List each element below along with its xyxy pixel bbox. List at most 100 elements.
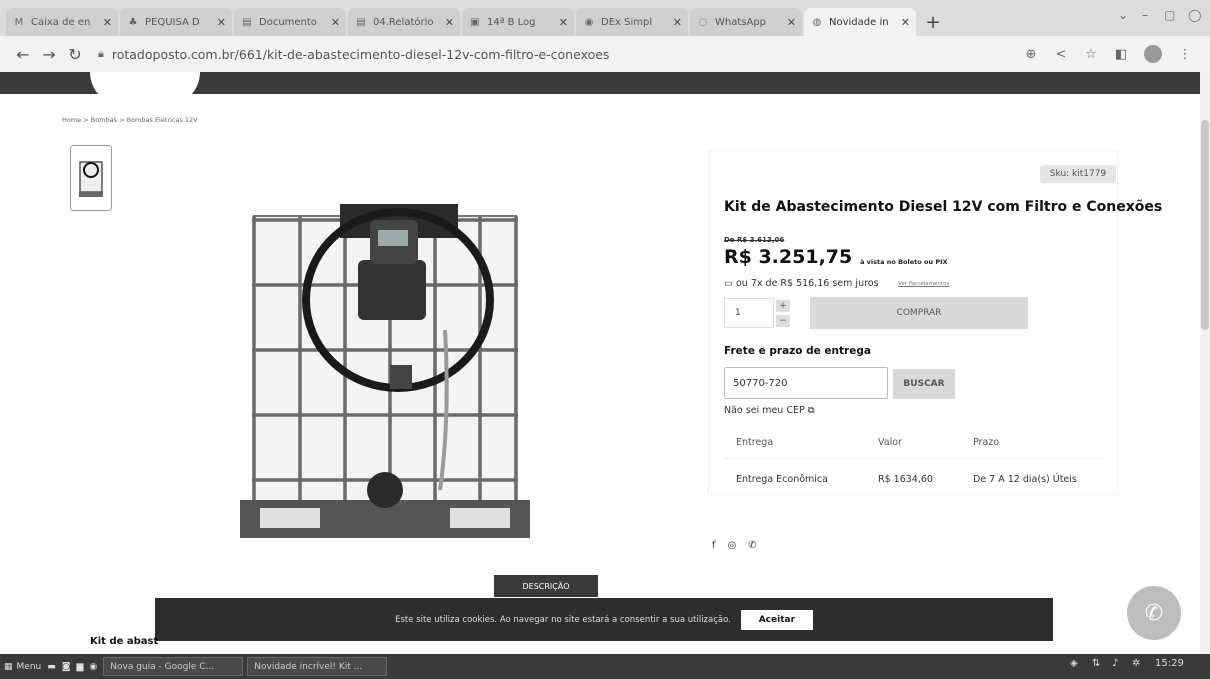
browser-launcher-icon[interactable]: ◉ xyxy=(89,657,97,676)
quantity-increase-button[interactable]: + xyxy=(776,300,790,312)
description-heading: Kit de abast xyxy=(90,636,159,647)
sku-badge: Sku: kit1779 xyxy=(1040,165,1116,183)
site-icon: ◍ xyxy=(812,16,822,28)
price: R$ 3.251,75 xyxy=(724,246,853,268)
volume-icon[interactable]: ♪ xyxy=(1112,658,1118,669)
avatar[interactable] xyxy=(1144,45,1162,63)
show-desktop-icon[interactable]: ▬ xyxy=(47,657,56,676)
table-divider xyxy=(724,458,1104,459)
shipping-header-term: Prazo xyxy=(973,437,1000,448)
cookie-text: Este site utiliza cookies. Ao navegar no… xyxy=(395,614,731,625)
menu-kebab-icon[interactable]: ⋮ xyxy=(1170,47,1200,62)
launcher-icon[interactable]: ◙ xyxy=(62,657,71,676)
doc-icon: ▤ xyxy=(242,16,252,28)
tab-label: PEQUISA D xyxy=(145,16,200,28)
new-tab-button[interactable]: + xyxy=(918,8,948,36)
quantity-field[interactable]: 1 xyxy=(724,298,774,328)
doc-icon: ▤ xyxy=(356,16,366,28)
browser-tab[interactable]: ▣ 14ª B Log ✕ xyxy=(462,8,574,36)
maximize-icon[interactable]: ▢ xyxy=(1164,8,1175,22)
price-note: à vista no Boleto ou PIX xyxy=(860,258,948,266)
back-icon[interactable]: ← xyxy=(10,45,36,64)
installments-link[interactable]: Ver Parcelamentos xyxy=(898,281,949,287)
files-icon[interactable]: ▆ xyxy=(76,657,83,676)
close-icon[interactable]: ✕ xyxy=(673,16,682,29)
social-links: f ◎ ✆ xyxy=(712,540,757,551)
no-cep-label: Não sei meu CEP xyxy=(724,405,805,416)
menu-icon: ▦ xyxy=(4,661,13,672)
sidepanel-icon[interactable]: ◧ xyxy=(1106,47,1136,62)
site-logo[interactable] xyxy=(90,72,200,106)
tab-label: Documento xyxy=(259,16,317,28)
shipping-header-delivery: Entrega xyxy=(736,437,774,448)
os-taskbar: ▦ Menu ▬ ◙ ▆ ◉ Nova guia - Google C... No… xyxy=(0,654,1210,679)
breadcrumb[interactable]: Home > Bombas > Bombas Elétricas 12V xyxy=(62,116,198,124)
address-bar[interactable]: 🔒︎ rotadoposto.com.br/661/kit-de-abastec… xyxy=(98,41,1016,67)
close-icon[interactable]: ✕ xyxy=(901,16,910,29)
no-cep-link[interactable]: Não sei meu CEP ⧉ xyxy=(724,405,815,416)
browser-tab[interactable]: ◉ DEx Simpl ✕ xyxy=(576,8,688,36)
browser-tab[interactable]: ▤ Documento ✕ xyxy=(234,8,346,36)
lock-icon: 🔒︎ xyxy=(98,47,104,60)
close-icon[interactable]: ✕ xyxy=(331,16,340,29)
star-icon[interactable]: ☆ xyxy=(1076,47,1106,62)
chevron-down-icon[interactable]: ⌄ xyxy=(1118,8,1128,22)
share-icon[interactable]: < xyxy=(1046,47,1076,62)
scrollbar-thumb[interactable] xyxy=(1201,120,1209,330)
product-title: Kit de Abastecimento Diesel 12V com Filt… xyxy=(724,199,1163,215)
close-icon[interactable]: ✕ xyxy=(217,16,226,29)
clock[interactable]: 15:29 xyxy=(1155,658,1184,669)
cookie-accept-button[interactable]: Aceitar xyxy=(740,609,813,630)
url-text: rotadoposto.com.br/661/kit-de-abastecime… xyxy=(111,46,610,62)
cep-input[interactable] xyxy=(724,367,888,399)
instagram-icon[interactable]: ◎ xyxy=(728,540,737,551)
close-icon[interactable]: ✕ xyxy=(103,16,112,29)
shipping-header-value: Valor xyxy=(878,437,902,448)
close-window-icon[interactable]: ◯ xyxy=(1188,8,1201,22)
whatsapp-share-icon[interactable]: ✆ xyxy=(748,540,756,551)
cookie-banner: Este site utiliza cookies. Ao navegar no… xyxy=(155,598,1053,641)
shipping-cell-term: De 7 A 12 dia(s) Úteis xyxy=(973,474,1077,485)
shipping-cell-value: R$ 1634,60 xyxy=(878,474,933,485)
browser-tab[interactable]: ▤ 04.Relatório ✕ xyxy=(348,8,460,36)
buy-button[interactable]: COMPRAR xyxy=(810,297,1028,329)
gmail-icon: M xyxy=(14,16,24,28)
tab-label: DEx Simpl xyxy=(601,16,653,28)
browser-tab-strip: M Caixa de en ✕ ♣ PEQUISA D ✕ ▤ Documento ✕ ▤ 0… xyxy=(0,0,1210,36)
product-image[interactable] xyxy=(240,190,530,540)
quantity-decrease-button[interactable]: − xyxy=(776,315,790,327)
app-icon: ▣ xyxy=(470,16,480,28)
zoom-icon[interactable]: ⊕ xyxy=(1016,47,1046,62)
shield-icon[interactable]: ◈ xyxy=(1070,658,1078,669)
close-icon[interactable]: ✕ xyxy=(559,16,568,29)
taskbar-window-1[interactable]: Nova guia - Google C... xyxy=(103,657,244,676)
reload-icon[interactable]: ↻ xyxy=(62,45,88,64)
old-price: De R$ 3.613,06 xyxy=(724,236,785,244)
browser-tab[interactable]: ◌ WhatsApp ✕ xyxy=(690,8,802,36)
product-thumbnail[interactable] xyxy=(70,145,112,211)
browser-toolbar: ← → ↻ 🔒︎ rotadoposto.com.br/661/kit-de-a… xyxy=(0,36,1210,72)
search-shipping-button[interactable]: BUSCAR xyxy=(893,369,955,399)
close-icon[interactable]: ✕ xyxy=(787,16,796,29)
people-icon: ♣ xyxy=(128,16,138,28)
facebook-icon[interactable]: f xyxy=(712,540,716,551)
minimize-icon[interactable]: – xyxy=(1142,8,1148,22)
tab-label: 04.Relatório xyxy=(373,16,434,28)
shipping-cell-delivery: Entrega Econômica xyxy=(736,474,828,485)
whatsapp-float-button[interactable]: ✆ xyxy=(1127,586,1181,640)
start-menu-button[interactable]: ▦ Menu xyxy=(4,657,41,676)
globe-icon: ◉ xyxy=(584,16,594,28)
taskbar-window-2[interactable]: Novidade incrível! Kit ... xyxy=(247,657,388,676)
close-icon[interactable]: ✕ xyxy=(445,16,454,29)
browser-tab[interactable]: ♣ PEQUISA D ✕ xyxy=(120,8,232,36)
installments-text: ▭ ou 7x de R$ 516,16 sem juros xyxy=(724,278,879,289)
settings-icon[interactable]: ✲ xyxy=(1132,658,1140,669)
tab-label: Novidade in xyxy=(829,16,889,28)
browser-tab-active[interactable]: ◍ Novidade in ✕ xyxy=(804,8,916,36)
network-icon[interactable]: ⇅ xyxy=(1092,658,1100,669)
tab-label: 14ª B Log xyxy=(487,16,536,28)
browser-tab[interactable]: M Caixa de en ✕ xyxy=(6,8,118,36)
forward-icon[interactable]: → xyxy=(36,45,62,64)
product-thumbnail-image xyxy=(79,161,103,197)
tab-description[interactable]: DESCRIÇÃO xyxy=(494,575,598,597)
